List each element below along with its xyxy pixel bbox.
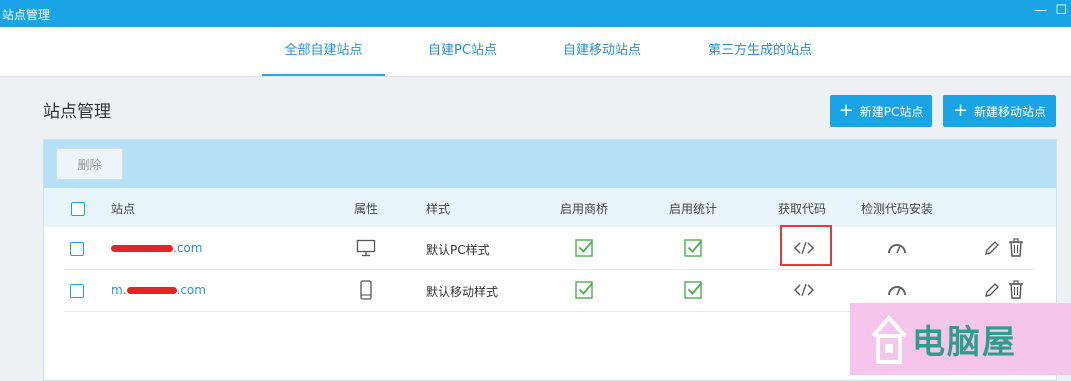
window-title: 站点管理 — [2, 8, 51, 22]
trash-icon[interactable] — [1008, 280, 1024, 299]
edit-pencil-icon[interactable] — [984, 282, 1000, 298]
select-all-checkbox[interactable] — [71, 202, 85, 216]
header-get-code: 获取代码 — [778, 202, 827, 216]
header-shangqiao: 启用商桥 — [560, 202, 609, 216]
window-controls[interactable]: — ☐ — [1034, 3, 1069, 18]
window-titlebar: 站点管理 — ☐ — [0, 0, 1071, 27]
code-icon[interactable] — [794, 283, 814, 297]
check-icon[interactable] — [684, 280, 703, 299]
site-prefix: m. — [111, 283, 127, 297]
new-pc-site-label: 新建PC站点 — [859, 104, 924, 119]
gauge-icon[interactable] — [887, 284, 907, 296]
header-style: 样式 — [426, 202, 451, 216]
site-tabs: 全部自建站点 自建PC站点 自建移动站点 第三方生成的站点 — [0, 27, 1071, 77]
check-icon[interactable] — [684, 238, 703, 257]
header-attribute: 属性 — [354, 202, 379, 216]
redaction-mark — [111, 245, 173, 252]
table-toolbar: 删除 — [44, 140, 1056, 188]
trash-icon[interactable] — [1008, 238, 1024, 257]
edit-pencil-icon[interactable] — [984, 240, 1000, 256]
delete-button[interactable]: 删除 — [56, 148, 123, 180]
watermark-logo: 电脑屋 — [850, 303, 1071, 375]
style-name: 默认移动样式 — [426, 285, 499, 299]
plus-icon: + — [952, 100, 969, 121]
site-link[interactable]: m. .com — [111, 283, 206, 297]
tab-mobile-sites[interactable]: 自建移动站点 — [548, 27, 656, 75]
header-site: 站点 — [111, 202, 136, 216]
table-row: .com 默认PC样式 — [64, 225, 1034, 270]
check-icon[interactable] — [575, 280, 594, 299]
check-icon[interactable] — [575, 238, 594, 257]
site-suffix: .com — [173, 241, 203, 255]
new-mobile-site-label: 新建移动站点 — [974, 104, 1047, 119]
new-pc-site-button[interactable]: + 新建PC站点 — [830, 95, 932, 127]
plus-icon: + — [838, 100, 854, 121]
row-checkbox[interactable] — [70, 284, 84, 298]
tab-third-party-sites[interactable]: 第三方生成的站点 — [690, 27, 830, 75]
tab-pc-sites[interactable]: 自建PC站点 — [410, 27, 515, 75]
desktop-icon — [356, 239, 376, 257]
header-check-code: 检测代码安装 — [861, 202, 934, 216]
mobile-icon — [360, 280, 372, 300]
style-name: 默认PC样式 — [426, 243, 490, 257]
site-suffix: .com — [176, 283, 206, 297]
tab-all-sites[interactable]: 全部自建站点 — [262, 27, 385, 76]
new-mobile-site-button[interactable]: + 新建移动站点 — [943, 95, 1056, 127]
house-logo-icon — [870, 312, 908, 366]
site-link[interactable]: .com — [111, 241, 202, 255]
watermark-text: 电脑屋 — [912, 322, 1017, 361]
table-header: 站点 属性 样式 启用商桥 启用统计 获取代码 检测代码安装 — [44, 188, 1056, 227]
row-checkbox[interactable] — [70, 242, 84, 256]
code-icon[interactable] — [794, 241, 814, 255]
page-title: 站点管理 — [43, 102, 111, 122]
gauge-icon[interactable] — [887, 242, 907, 254]
redaction-mark — [126, 287, 177, 294]
header-stats: 启用统计 — [669, 202, 718, 216]
